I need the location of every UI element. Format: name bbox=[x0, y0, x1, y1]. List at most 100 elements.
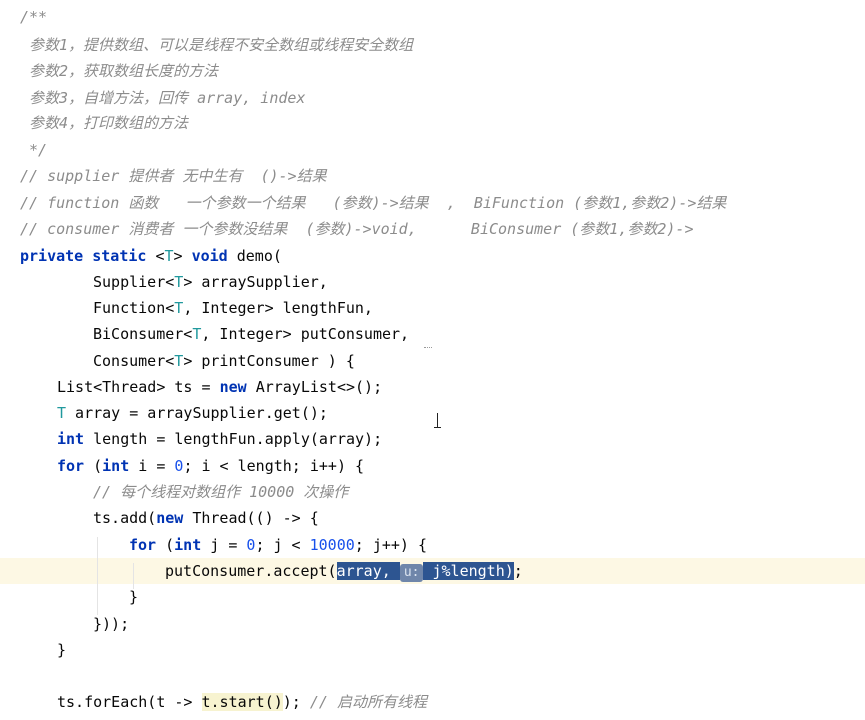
code-token: // supplier 提供者 无中生有 ()->结果 bbox=[20, 167, 327, 185]
code-text: ts.add(new Thread(() -> { bbox=[93, 505, 319, 531]
code-line[interactable]: for (int j = 0; j < 10000; j++) { bbox=[0, 532, 865, 558]
code-line[interactable]: int length = lengthFun.apply(array); bbox=[0, 426, 865, 452]
code-line[interactable]: Function<T, Integer> lengthFun, bbox=[0, 295, 865, 321]
code-token: demo( bbox=[236, 247, 282, 265]
code-text: // supplier 提供者 无中生有 ()->结果 bbox=[20, 163, 327, 189]
code-token: for bbox=[57, 457, 94, 475]
code-token: j = bbox=[210, 536, 247, 554]
code-token: })); bbox=[93, 615, 130, 633]
code-text: // 每个线程对数组作 10000 次操作 bbox=[93, 479, 348, 505]
selected-text: array, bbox=[336, 562, 400, 580]
selected-text: j%length bbox=[423, 562, 505, 580]
code-token: 参数4，打印数组的方法 bbox=[20, 114, 189, 132]
code-token: T bbox=[174, 273, 184, 291]
code-line[interactable]: } bbox=[0, 584, 865, 610]
code-text: /** bbox=[20, 4, 47, 30]
code-line[interactable]: ts.add(new Thread(() -> { bbox=[0, 505, 865, 531]
code-token: , Integer> lengthFun, bbox=[183, 299, 373, 317]
code-token: ( bbox=[93, 457, 103, 475]
code-line[interactable] bbox=[0, 663, 865, 689]
parameter-hint: u: bbox=[399, 564, 424, 582]
code-token: Function< bbox=[93, 299, 175, 317]
code-line[interactable]: 参数2，获取数组长度的方法 bbox=[0, 58, 865, 84]
code-text: 参数2，获取数组长度的方法 bbox=[20, 58, 218, 84]
code-token: BiConsumer< bbox=[93, 325, 193, 343]
code-text: ts.forEach(t -> t.start()); // 启动所有线程 bbox=[57, 689, 427, 715]
code-line[interactable]: })); bbox=[0, 611, 865, 637]
code-token: ; j < bbox=[255, 536, 310, 554]
code-text: } bbox=[57, 637, 66, 663]
code-text: 参数4，打印数组的方法 bbox=[20, 110, 188, 136]
code-token: length = lengthFun.apply(array); bbox=[93, 430, 383, 448]
code-token: , Integer> putConsumer, bbox=[201, 325, 410, 343]
code-line[interactable]: 参数4，打印数组的方法 bbox=[0, 110, 865, 136]
code-token: /** bbox=[20, 8, 48, 26]
code-token: ; j++) { bbox=[354, 536, 428, 554]
code-line[interactable]: // 每个线程对数组作 10000 次操作 bbox=[0, 479, 865, 505]
code-line[interactable]: for (int i = 0; i < length; i++) { bbox=[0, 453, 865, 479]
code-line[interactable]: ts.forEach(t -> t.start()); // 启动所有线程 bbox=[0, 689, 865, 715]
code-text: })); bbox=[93, 611, 129, 637]
code-token: 参数1，提供数组、可以是线程不安全数组或线程安全数组 bbox=[20, 36, 414, 54]
code-token: 10000 bbox=[309, 536, 355, 554]
code-line-current[interactable]: putConsumer.accept(array, u: j%length); bbox=[0, 558, 865, 584]
code-editor[interactable]: ts.forEach(t -> t.start()); // 启动所有线程}})… bbox=[0, 0, 865, 720]
code-token: T bbox=[174, 352, 184, 370]
code-token: 参数3，自增方法，回传 array, index bbox=[20, 89, 306, 107]
code-line[interactable]: List<Thread> ts = new ArrayList<>(); bbox=[0, 374, 865, 400]
code-token: new bbox=[219, 378, 256, 396]
code-token: // 每个线程对数组作 10000 次操作 bbox=[93, 483, 349, 501]
code-token: Thread(() -> { bbox=[192, 509, 319, 527]
code-text: private static <T> void demo( bbox=[20, 243, 282, 269]
code-line[interactable]: T array = arraySupplier.get(); bbox=[0, 400, 865, 426]
code-line[interactable]: } bbox=[0, 637, 865, 663]
code-text: int length = lengthFun.apply(array); bbox=[57, 426, 382, 452]
code-line[interactable]: Supplier<T> arraySupplier, bbox=[0, 269, 865, 295]
code-token: int bbox=[102, 457, 139, 475]
code-line[interactable]: // consumer 消费者 一个参数没结果 (参数)->void, BiCo… bbox=[0, 216, 865, 242]
code-text: Consumer<T> printConsumer ) { bbox=[93, 348, 355, 374]
code-line[interactable]: private static <T> void demo( bbox=[0, 243, 865, 269]
code-token: */ bbox=[20, 141, 48, 159]
code-token: 参数2，获取数组长度的方法 bbox=[20, 62, 219, 80]
code-token: i = bbox=[138, 457, 175, 475]
code-token: private static bbox=[20, 247, 156, 265]
code-token: ; i < length; i++) { bbox=[183, 457, 365, 475]
code-text: */ bbox=[20, 137, 47, 163]
code-token: T bbox=[174, 299, 184, 317]
code-line[interactable]: // function 函数 一个参数一个结果 (参数)->结果 , BiFun… bbox=[0, 190, 865, 216]
code-line[interactable]: Consumer<T> printConsumer ) { bbox=[0, 348, 865, 374]
code-token: ts.add( bbox=[93, 509, 157, 527]
code-token: List<Thread> ts = bbox=[57, 378, 220, 396]
code-line[interactable]: /** bbox=[0, 4, 865, 30]
code-line[interactable]: 参数3，自增方法，回传 array, index bbox=[0, 85, 865, 111]
code-text: // function 函数 一个参数一个结果 (参数)->结果 , BiFun… bbox=[20, 190, 726, 216]
code-token: int bbox=[174, 536, 211, 554]
code-token: Supplier< bbox=[93, 273, 175, 291]
inspection-marker bbox=[424, 347, 432, 349]
code-token: ( bbox=[165, 536, 175, 554]
code-token: > arraySupplier, bbox=[183, 273, 328, 291]
code-line[interactable]: // supplier 提供者 无中生有 ()->结果 bbox=[0, 163, 865, 189]
code-text: for (int i = 0; i < length; i++) { bbox=[57, 453, 364, 479]
code-text: Function<T, Integer> lengthFun, bbox=[93, 295, 373, 321]
code-text: putConsumer.accept(array, u: j%length); bbox=[165, 558, 523, 584]
code-text: // consumer 消费者 一个参数没结果 (参数)->void, BiCo… bbox=[20, 216, 693, 242]
selected-text: ) bbox=[504, 562, 514, 580]
code-line[interactable]: 参数1，提供数组、可以是线程不安全数组或线程安全数组 bbox=[0, 32, 865, 58]
code-token: // 启动所有线程 bbox=[309, 693, 427, 711]
code-token: } bbox=[129, 588, 139, 606]
code-token: T bbox=[57, 404, 67, 422]
code-text: Supplier<T> arraySupplier, bbox=[93, 269, 328, 295]
code-token: void bbox=[191, 247, 237, 265]
code-line[interactable]: BiConsumer<T, Integer> putConsumer, bbox=[0, 321, 865, 347]
code-token: ts.forEach(t -> bbox=[57, 693, 202, 711]
code-token: int bbox=[57, 430, 94, 448]
code-token: > bbox=[173, 247, 192, 265]
code-token: // consumer 消费者 一个参数没结果 (参数)->void, BiCo… bbox=[20, 220, 694, 238]
code-token: < bbox=[155, 247, 165, 265]
code-token: T bbox=[164, 247, 174, 265]
code-line[interactable]: */ bbox=[0, 137, 865, 163]
code-text: 参数3，自增方法，回传 array, index bbox=[20, 85, 305, 111]
code-token: t.start() bbox=[201, 693, 283, 711]
